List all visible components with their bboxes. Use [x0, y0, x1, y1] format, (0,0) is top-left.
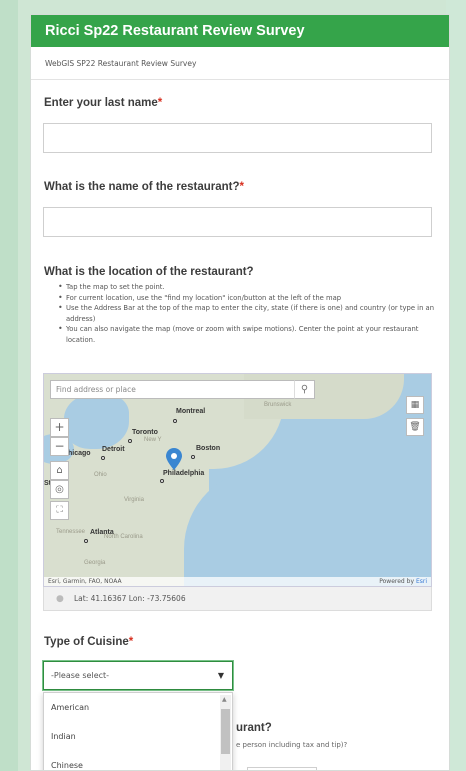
dropdown-scrollbar[interactable]: ▲ — [220, 695, 231, 770]
scrollbar-thumb[interactable] — [221, 709, 230, 754]
zoom-out-button[interactable]: − — [50, 437, 69, 456]
cuisine-select[interactable]: -Please select- ▼ — [43, 661, 233, 690]
map-search-input[interactable]: Find address or place — [50, 380, 315, 399]
esri-link[interactable]: Esri — [416, 578, 427, 585]
next-question-help: e person including tax and tip)? — [236, 741, 348, 749]
question-location-label: What is the location of the restaurant? — [44, 266, 254, 278]
lat-lon-readout: ● Lat: 41.16367 Lon: -73.75606 — [43, 587, 432, 611]
map-city-label: Boston — [196, 445, 221, 452]
help-item: For current location, use the "find my l… — [44, 293, 439, 304]
question-restaurant-name-label: What is the name of the restaurant?* — [44, 181, 245, 193]
map-city-label: Montreal — [176, 408, 206, 415]
map-city-marker — [191, 455, 195, 459]
map-city-label: Atlanta — [90, 529, 114, 536]
map-region-label: New Y — [144, 437, 162, 443]
question-last-name-label: Enter your last name* — [44, 97, 163, 109]
fullscreen-button[interactable]: ⛶ — [50, 501, 69, 520]
map-region-label: Virginia — [124, 497, 144, 503]
form-subtitle: WebGIS SP22 Restaurant Review Survey — [31, 47, 449, 80]
map-city-label: Detroit — [102, 446, 125, 453]
map-city-marker — [160, 479, 164, 483]
caret-down-icon: ▼ — [217, 671, 224, 680]
dropdown-option-indian[interactable]: Indian — [44, 722, 219, 751]
map-ocean — [184, 469, 431, 586]
qr-code-icon[interactable]: ▦ — [406, 396, 424, 414]
restaurant-name-input[interactable] — [43, 207, 432, 237]
map-city-marker — [101, 456, 105, 460]
help-item: Tap the map to set the point. — [44, 282, 439, 293]
location-pin-icon: ● — [56, 594, 64, 604]
location-help-list: Tap the map to set the point. For curren… — [44, 282, 439, 345]
map-city-label: hicago — [68, 450, 91, 457]
required-marker: * — [128, 636, 134, 648]
trash-icon[interactable]: 🗑 — [406, 418, 424, 436]
next-question-input[interactable] — [247, 767, 317, 770]
map-region-label: Tennessee — [56, 529, 86, 535]
map-search-button[interactable]: ⚲ — [294, 380, 315, 399]
map-city-marker — [173, 419, 177, 423]
map-region-label: Ohio — [94, 472, 107, 478]
survey-form: Ricci Sp22 Restaurant Review Survey WebG… — [30, 14, 450, 771]
map-city-marker — [84, 539, 88, 543]
scroll-up-icon[interactable]: ▲ — [222, 696, 227, 703]
home-button[interactable]: ⌂ — [50, 461, 69, 480]
map-region-label: Georgia — [84, 560, 106, 566]
help-item: Use the Address Bar at the top of the ma… — [44, 303, 439, 324]
page-background-left — [0, 0, 18, 771]
map-region-label: Brunswick — [264, 402, 292, 408]
find-my-location-button[interactable]: ◎ — [50, 480, 69, 499]
dropdown-option-american[interactable]: American — [44, 693, 219, 722]
required-marker: * — [157, 97, 163, 109]
map-city-marker — [128, 439, 132, 443]
form-header: Ricci Sp22 Restaurant Review Survey — [31, 15, 449, 47]
powered-by: Powered by Esri — [379, 578, 427, 585]
cuisine-dropdown-list: American Indian Chinese ▲ — [43, 692, 233, 770]
last-name-input[interactable] — [43, 123, 432, 153]
zoom-in-button[interactable]: + — [50, 418, 69, 437]
map-attribution: Esri, Garmin, FAO, NOAA Powered by Esri — [44, 577, 431, 586]
dropdown-option-chinese[interactable]: Chinese — [44, 751, 219, 770]
map-location-pin-icon[interactable] — [166, 448, 182, 470]
map-city-label: Toronto — [132, 429, 158, 436]
next-question-label: urant? — [236, 722, 272, 734]
help-item: You can also navigate the map (move or z… — [44, 324, 439, 345]
map-city-label: Philadelphia — [163, 470, 205, 477]
search-icon: ⚲ — [300, 383, 309, 395]
location-map[interactable]: Brunswick New Y Ohio Virginia Tennessee … — [43, 373, 432, 587]
required-marker: * — [239, 181, 245, 193]
map-lake — [64, 394, 129, 449]
question-cuisine-label: Type of Cuisine* — [44, 636, 134, 648]
